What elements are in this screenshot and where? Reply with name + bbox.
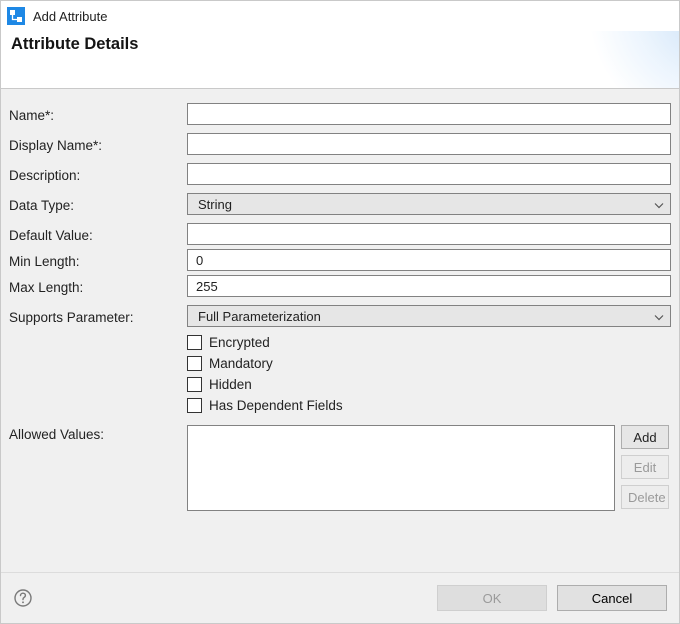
edit-button[interactable]: Edit <box>621 455 669 479</box>
mandatory-label: Mandatory <box>209 356 273 371</box>
encrypted-checkbox[interactable]: Encrypted <box>187 335 671 350</box>
mandatory-checkbox[interactable]: Mandatory <box>187 356 671 371</box>
app-icon <box>7 7 25 25</box>
checkbox-icon <box>187 356 202 371</box>
checkbox-icon <box>187 398 202 413</box>
supports-param-value: Full Parameterization <box>198 309 321 324</box>
form-area: Name*: Display Name*: Description: Data … <box>1 89 679 573</box>
max-length-input[interactable] <box>187 275 671 297</box>
display-name-input[interactable] <box>187 133 671 155</box>
default-value-input[interactable] <box>187 223 671 245</box>
ok-button[interactable]: OK <box>437 585 547 611</box>
cancel-button[interactable]: Cancel <box>557 585 667 611</box>
page-heading: Attribute Details <box>11 35 665 54</box>
name-label: Name*: <box>9 106 185 123</box>
supports-param-label: Supports Parameter: <box>9 308 185 325</box>
heading-band: Attribute Details <box>1 31 679 89</box>
window-title: Add Attribute <box>33 9 107 24</box>
min-length-label: Min Length: <box>9 252 185 269</box>
description-label: Description: <box>9 166 185 183</box>
has-dependent-checkbox[interactable]: Has Dependent Fields <box>187 398 671 413</box>
data-type-label: Data Type: <box>9 196 185 213</box>
hidden-checkbox[interactable]: Hidden <box>187 377 671 392</box>
allowed-values-list[interactable] <box>187 425 615 511</box>
display-name-label: Display Name*: <box>9 136 185 153</box>
checkbox-icon <box>187 377 202 392</box>
encrypted-label: Encrypted <box>209 335 270 350</box>
min-length-input[interactable] <box>187 249 671 271</box>
delete-button[interactable]: Delete <box>621 485 669 509</box>
add-button[interactable]: Add <box>621 425 669 449</box>
max-length-label: Max Length: <box>9 278 185 295</box>
description-input[interactable] <box>187 163 671 185</box>
help-icon[interactable] <box>13 588 33 608</box>
default-value-label: Default Value: <box>9 226 185 243</box>
titlebar: Add Attribute <box>1 1 679 31</box>
hidden-label: Hidden <box>209 377 252 392</box>
data-type-value: String <box>198 197 232 212</box>
has-dependent-label: Has Dependent Fields <box>209 398 343 413</box>
allowed-values-label: Allowed Values: <box>9 425 185 511</box>
supports-param-select[interactable]: Full Parameterization <box>187 305 671 327</box>
checkbox-icon <box>187 335 202 350</box>
data-type-select[interactable]: String <box>187 193 671 215</box>
name-input[interactable] <box>187 103 671 125</box>
footer: OK Cancel <box>1 573 679 623</box>
